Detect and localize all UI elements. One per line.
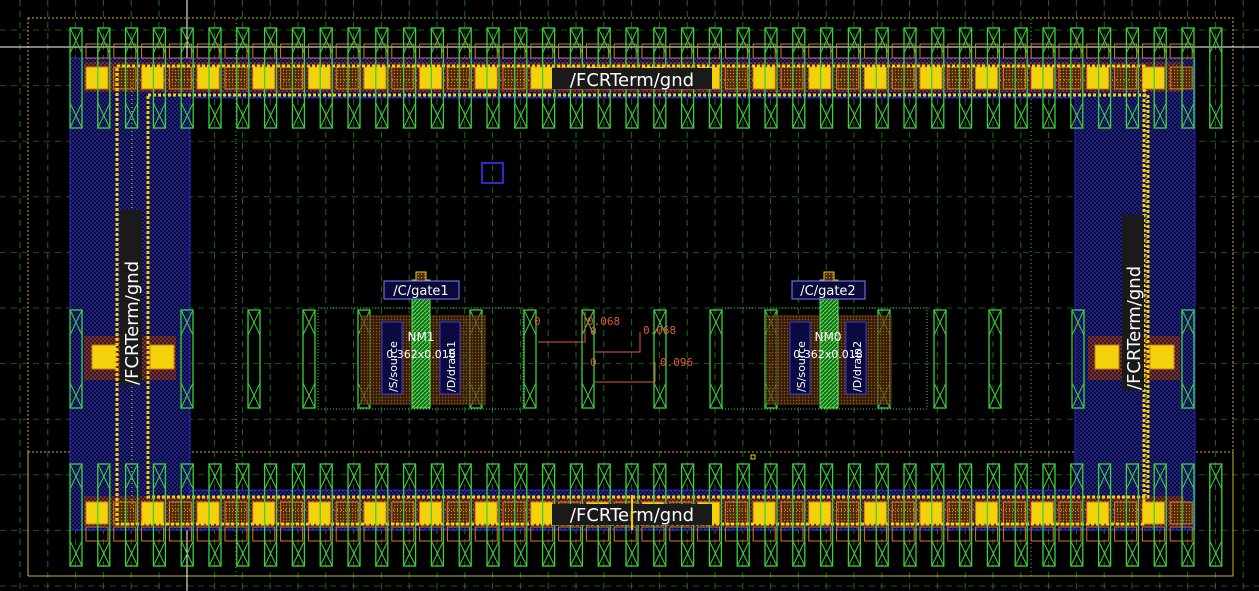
- net-label-right[interactable]: /FCRTerm/gnd: [1122, 215, 1145, 390]
- net-label-left[interactable]: /FCRTerm/gnd: [120, 210, 143, 385]
- gate2-text: /C/gate2: [800, 284, 855, 299]
- measure-068-b: 0.068: [643, 324, 676, 337]
- source2-label: /S/source: [795, 341, 808, 392]
- gate2-label[interactable]: /C/gate2: [791, 280, 866, 300]
- guard-ring-well[interactable]: [69, 57, 1196, 531]
- layout-canvas[interactable]: /FCRTerm/gnd /FCRTerm/gnd /FCRTerm/gnd /…: [0, 0, 1259, 591]
- drain2-label: /D/drain2: [851, 341, 864, 392]
- net-label-top[interactable]: /FCRTerm/gnd: [552, 68, 712, 91]
- measure-0-a: 0: [534, 315, 541, 328]
- measure-096: 0.096: [660, 356, 693, 369]
- cursor-marker: [750, 454, 756, 460]
- net-label-top-text: /FCRTerm/gnd: [570, 70, 694, 91]
- source1-label: /S/source: [387, 341, 400, 392]
- net-label-left-text: /FCRTerm/gnd: [122, 261, 143, 385]
- gate1-label[interactable]: /C/gate1: [383, 280, 460, 300]
- gate1-text: /C/gate1: [393, 284, 448, 299]
- drain1-label: /D/drain1: [445, 341, 458, 392]
- net-labels: /FCRTerm/gnd /FCRTerm/gnd /FCRTerm/gnd /…: [120, 68, 1145, 530]
- measure-068-a: 0.068: [587, 315, 620, 328]
- nm1-label: NM1: [408, 330, 435, 344]
- measure-0-c: 0: [590, 356, 597, 369]
- net-label-right-text: /FCRTerm/gnd: [1124, 266, 1145, 390]
- nm0-label: NM0: [815, 330, 842, 344]
